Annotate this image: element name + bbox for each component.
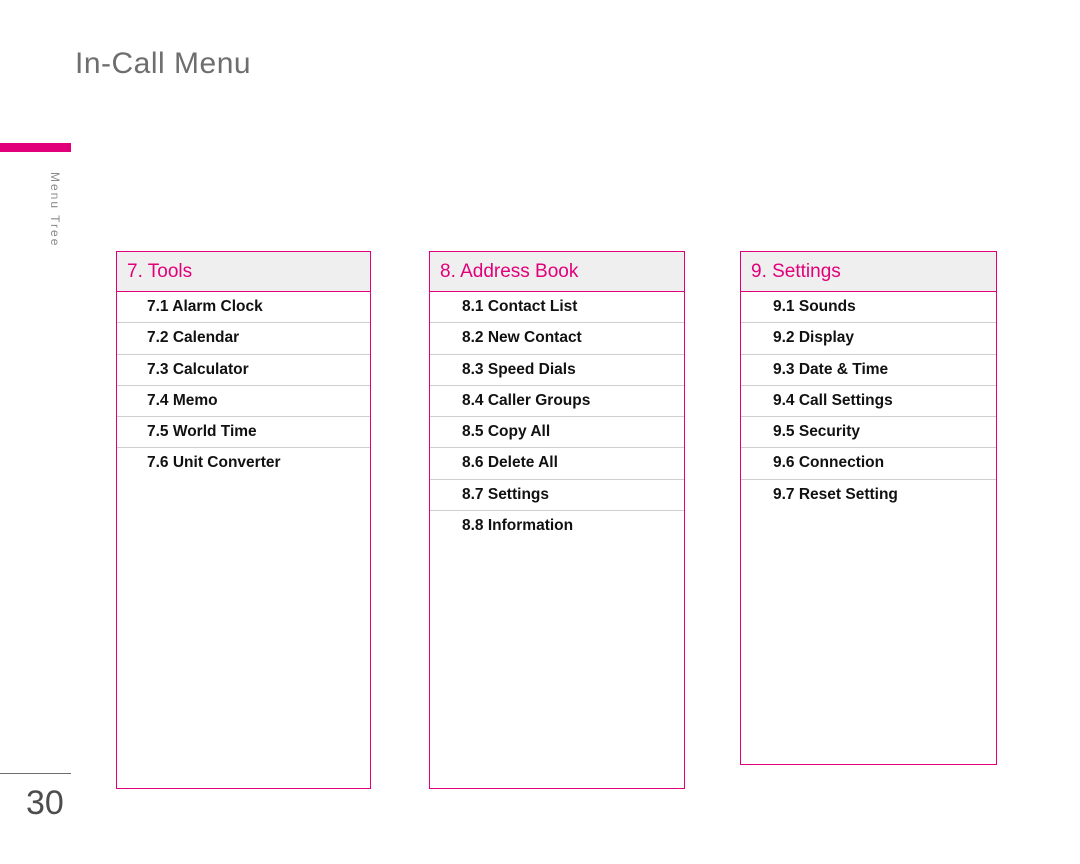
list-item: 7.2 Calendar — [117, 323, 370, 355]
menu-column-tools: 7. Tools 7.1 Alarm Clock 7.2 Calendar 7.… — [116, 251, 371, 789]
list-item: 8.7 Settings — [430, 480, 684, 512]
list-item: 7.1 Alarm Clock — [117, 292, 370, 324]
list-item: 9.6 Connection — [741, 448, 996, 480]
accent-bar — [0, 143, 71, 152]
list-item: 9.2 Display — [741, 323, 996, 355]
page-title: In-Call Menu — [75, 47, 252, 80]
list-item: 9.4 Call Settings — [741, 386, 996, 418]
list-item: 7.4 Memo — [117, 386, 370, 418]
menu-column-address-book: 8. Address Book 8.1 Contact List 8.2 New… — [429, 251, 685, 789]
list-item: 7.5 World Time — [117, 417, 370, 449]
list-item: 8.3 Speed Dials — [430, 355, 684, 386]
menu-item-list-settings: 9.1 Sounds 9.2 Display 9.3 Date & Time 9… — [741, 292, 996, 511]
column-header-settings: 9. Settings — [741, 252, 996, 292]
section-label: Menu Tree — [48, 172, 62, 248]
page-number-divider — [0, 773, 71, 774]
list-item: 8.8 Information — [462, 517, 574, 535]
menu-item-list-address-book: 8.1 Contact List 8.2 New Contact 8.3 Spe… — [430, 292, 684, 542]
menu-item-list-tools: 7.1 Alarm Clock 7.2 Calendar 7.3 Calcula… — [117, 292, 370, 480]
column-header-tools: 7. Tools — [117, 252, 370, 292]
list-item: 8.1 Contact List — [430, 292, 684, 324]
list-item: 8.5 Copy All — [430, 417, 684, 449]
list-item: 7.6 Unit Converter — [147, 454, 281, 472]
menu-column-settings: 9. Settings 9.1 Sounds 9.2 Display 9.3 D… — [740, 251, 997, 765]
list-item: 8.4 Caller Groups — [430, 386, 684, 418]
list-item: 9.5 Security — [741, 417, 996, 449]
list-item: 8.2 New Contact — [430, 323, 684, 355]
column-header-address-book: 8. Address Book — [430, 252, 684, 292]
list-item: 9.7 Reset Setting — [773, 485, 898, 503]
list-item: 9.3 Date & Time — [741, 355, 996, 386]
list-item: 7.3 Calculator — [117, 355, 370, 386]
list-item: 8.6 Delete All — [430, 448, 684, 480]
list-item: 9.1 Sounds — [741, 292, 996, 324]
page-number: 30 — [26, 784, 64, 822]
